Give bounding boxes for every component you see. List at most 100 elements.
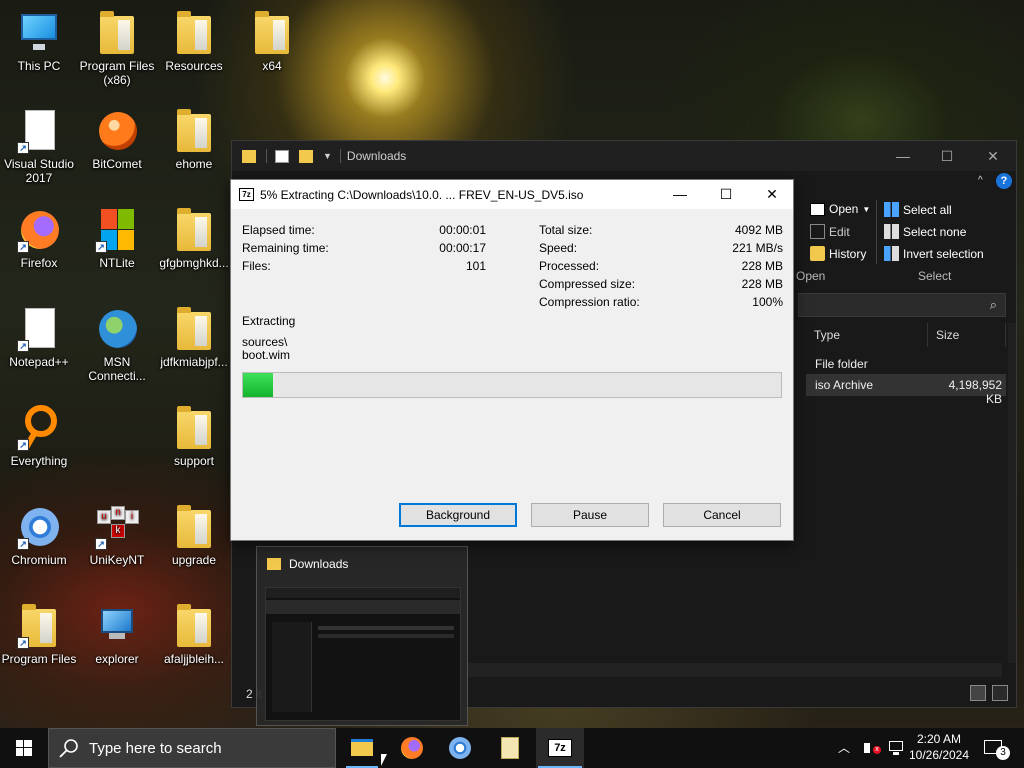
- desktop-icon-program-files[interactable]: ↗ Program Files: [0, 601, 78, 666]
- desktop-icon-program-files-x86[interactable]: Program Files (x86): [78, 8, 156, 87]
- pause-button[interactable]: Pause: [531, 503, 649, 527]
- help-icon[interactable]: ?: [996, 173, 1012, 189]
- taskbar-search-box[interactable]: Type here to search: [48, 728, 336, 768]
- total-size-value: 4092 MB: [734, 223, 783, 237]
- desktop-icon-ehome[interactable]: ehome: [155, 106, 233, 171]
- open-button[interactable]: 7z Open ▼: [810, 202, 870, 216]
- folder-icon: [170, 205, 218, 253]
- folder-icon: [267, 558, 281, 570]
- globe-icon: [93, 304, 141, 352]
- vertical-scrollbar[interactable]: [1008, 323, 1016, 663]
- network-icon[interactable]: [886, 728, 908, 768]
- edit-button[interactable]: Edit: [810, 224, 850, 239]
- clock[interactable]: 2:20 AM 10/26/2024: [906, 728, 972, 768]
- taskbar: Type here to search 7z ︿ x 2:20 AM 10/26…: [0, 728, 1024, 768]
- ribbon: 7z Open ▼ Edit History Open Select all S…: [796, 196, 1018, 286]
- file-type-cell[interactable]: iso Archive: [815, 378, 873, 392]
- taskbar-7zip[interactable]: 7z: [536, 728, 584, 768]
- progress-bar-fill: [243, 373, 273, 397]
- column-header-type[interactable]: Type: [806, 323, 928, 347]
- desktop-icon-ntlite[interactable]: ↗ NTLite: [78, 205, 156, 270]
- file-type-cell[interactable]: File folder: [815, 357, 868, 371]
- desktop-icon-explorer[interactable]: explorer: [78, 601, 156, 666]
- desktop-icon-label: explorer: [95, 652, 139, 666]
- speed-value: 221 MB/s: [732, 241, 783, 255]
- desktop-icon-afaljjbleih[interactable]: afaljjbleih...: [155, 601, 233, 666]
- cancel-button[interactable]: Cancel: [663, 503, 781, 527]
- start-button[interactable]: [0, 728, 48, 768]
- taskbar-file-explorer[interactable]: [338, 728, 386, 768]
- taskbar-notepad[interactable]: [486, 728, 534, 768]
- desktop-icon-msn[interactable]: MSN Connecti...: [78, 304, 156, 383]
- desktop-icon-unikey[interactable]: u n i k ↗ UniKeyNT: [78, 502, 156, 567]
- desktop-icon-label: Visual Studio 2017: [4, 157, 74, 185]
- desktop-icon-label: NTLite: [99, 256, 135, 270]
- operation-label: Extracting: [242, 314, 296, 328]
- desktop-icon-visual-studio[interactable]: ↗ Visual Studio 2017: [0, 106, 78, 185]
- desktop-icon-x64[interactable]: x64: [233, 8, 311, 73]
- background-button[interactable]: Background: [399, 503, 517, 527]
- search-icon: ⌕: [989, 297, 997, 312]
- taskbar-firefox[interactable]: [388, 728, 436, 768]
- unikey-icon: u n i k ↗: [93, 502, 141, 550]
- 7zip-icon: 7z: [239, 188, 254, 201]
- maximize-button[interactable]: ☐: [924, 141, 970, 171]
- desktop-icon-resources[interactable]: Resources: [155, 8, 233, 73]
- desktop-icon-label: jdfkmiabjpf...: [160, 355, 228, 369]
- desktop-icon-bitcomet[interactable]: BitComet: [78, 106, 156, 171]
- show-hidden-icons-button[interactable]: ︿: [838, 728, 856, 768]
- desktop-icon-upgrade[interactable]: upgrade: [155, 502, 233, 567]
- taskbar-thumbnail-preview[interactable]: Downloads: [256, 546, 468, 726]
- current-path: sources\: [242, 335, 288, 349]
- invert-selection-icon: [884, 246, 899, 261]
- minimize-button[interactable]: —: [657, 180, 703, 209]
- close-button[interactable]: ✕: [970, 141, 1016, 171]
- desktop-icon-notepadpp[interactable]: ↗ Notepad++: [0, 304, 78, 369]
- minimize-button[interactable]: —: [880, 141, 926, 171]
- horizontal-scrollbar[interactable]: [462, 663, 1002, 677]
- extraction-progress-dialog[interactable]: 7z 5% Extracting C:\Downloads\10.0. ... …: [230, 179, 794, 541]
- desktop-icon-jdfkmiabjpf[interactable]: jdfkmiabjpf...: [155, 304, 233, 369]
- edit-icon: [810, 224, 825, 239]
- ribbon-collapse-icon[interactable]: ^: [978, 175, 983, 186]
- large-icons-view-icon[interactable]: [992, 685, 1008, 701]
- elapsed-time-label: Elapsed time:: [242, 223, 315, 237]
- folder-icon: [93, 8, 141, 56]
- close-button[interactable]: ✕: [749, 180, 795, 209]
- bitcomet-icon: [93, 106, 141, 154]
- action-center-button[interactable]: 3: [978, 728, 1020, 768]
- details-view-icon[interactable]: [970, 685, 986, 701]
- new-folder-icon[interactable]: [299, 149, 313, 163]
- volume-muted-icon[interactable]: x: [860, 728, 882, 768]
- compression-ratio-value: 100%: [752, 295, 783, 309]
- processed-label: Processed:: [539, 259, 600, 273]
- document-icon: ↗: [15, 304, 63, 352]
- desktop-icon-chromium[interactable]: ↗ Chromium: [0, 502, 78, 567]
- chevron-down-icon[interactable]: ▼: [323, 151, 332, 161]
- desktop-icon-label: gfgbmghkd...: [159, 256, 229, 270]
- column-header-size[interactable]: Size: [928, 323, 1006, 347]
- desktop-icon-label: BitComet: [92, 157, 142, 171]
- progress-bar: [242, 372, 782, 398]
- windows-icon: [16, 740, 32, 756]
- maximize-button[interactable]: ☐: [703, 180, 749, 209]
- desktop-icon-this-pc[interactable]: This PC: [0, 8, 78, 73]
- taskbar-chromium[interactable]: [436, 728, 484, 768]
- desktop-icon-firefox[interactable]: ↗ Firefox: [0, 205, 78, 270]
- history-button[interactable]: History: [810, 246, 866, 261]
- select-all-button[interactable]: Select all: [884, 202, 952, 217]
- select-none-button[interactable]: Select none: [884, 224, 966, 239]
- desktop-icon-everything[interactable]: ↗ Everything: [0, 403, 78, 468]
- files-value: 101: [465, 259, 486, 273]
- properties-icon[interactable]: [275, 149, 289, 163]
- invert-selection-button[interactable]: Invert selection: [884, 246, 984, 261]
- desktop-icon-label: upgrade: [171, 553, 217, 567]
- mouse-cursor-icon: [381, 754, 387, 766]
- desktop-icon-support[interactable]: support: [155, 403, 233, 468]
- file-size-cell[interactable]: 4,198,952 KB: [932, 378, 1002, 406]
- search-input[interactable]: ⌕: [798, 293, 1006, 317]
- desktop-icon-label: Program Files: [1, 652, 77, 666]
- desktop-icon-gfgbmghkd[interactable]: gfgbmghkd...: [155, 205, 233, 270]
- remaining-time-label: Remaining time:: [242, 241, 329, 255]
- desktop-icon-label: Chromium: [11, 553, 67, 567]
